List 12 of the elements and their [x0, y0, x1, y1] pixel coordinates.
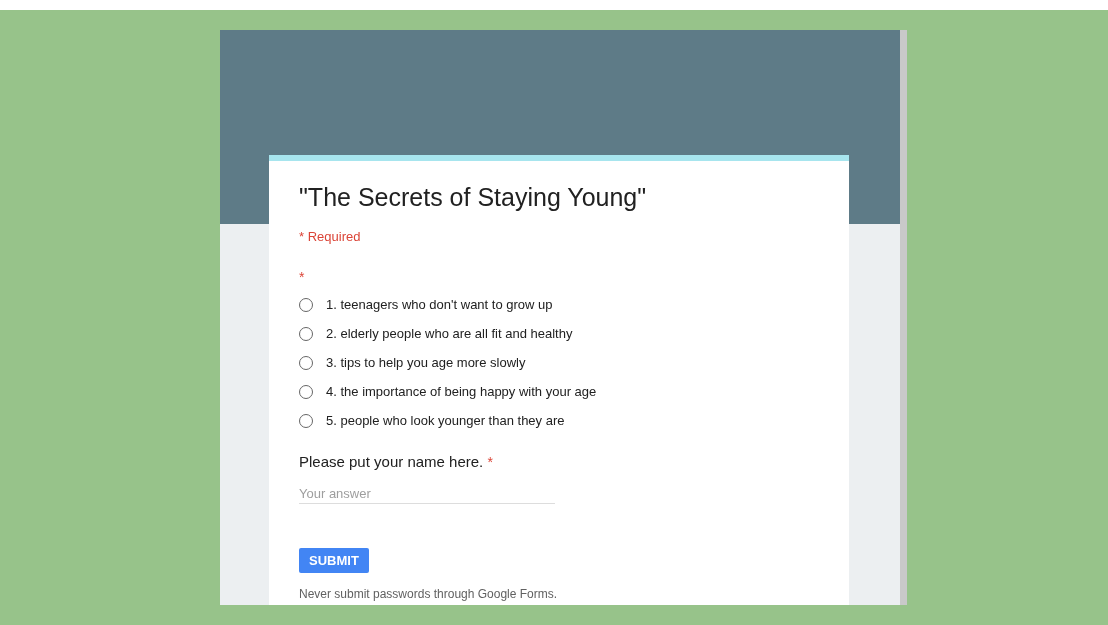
required-mark: *: [299, 269, 305, 285]
option-label: 4. the importance of being happy with your age: [326, 384, 597, 399]
required-mark: *: [487, 454, 493, 470]
footer-note: Never submit passwords through Google Forms.: [299, 587, 559, 601]
option-label: 5. people who look younger than they are: [326, 413, 565, 428]
question-label: Please put your name here.: [299, 453, 484, 470]
submit-button[interactable]: SUBMIT: [299, 548, 369, 573]
form-title: "The Secrets of Staying Young": [299, 183, 648, 212]
option-label: 3. tips to help you age more slowly: [326, 355, 526, 370]
option-label: 2. elderly people who are all fit and healthy: [326, 326, 573, 341]
required-note: * Required: [299, 229, 362, 244]
option-label: 1. teenagers who don't want to grow up: [326, 297, 553, 312]
